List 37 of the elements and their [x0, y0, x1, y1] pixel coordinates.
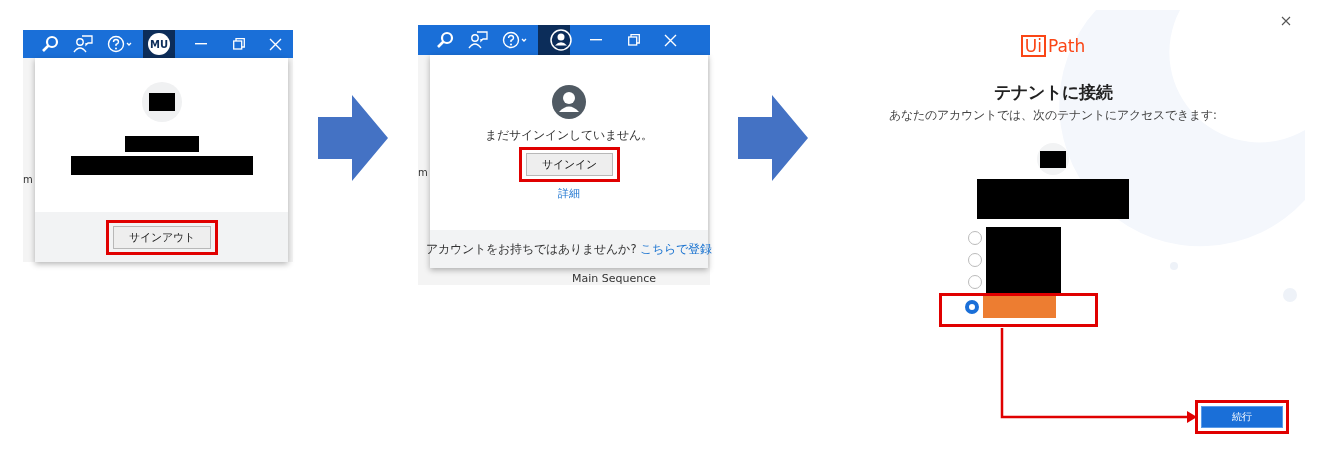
continue-button[interactable]: 続行	[1201, 406, 1283, 428]
redaction-bar	[148, 93, 175, 111]
account-tab[interactable]	[538, 25, 570, 55]
radio-button[interactable]	[965, 300, 979, 314]
details-link[interactable]: 詳細	[558, 186, 580, 201]
redaction-bar	[1040, 150, 1066, 168]
dialog-subtitle: あなたのアカウントでは、次のテナントにアクセスできます:	[889, 108, 1217, 123]
status-message: まだサインインしていません。	[485, 127, 653, 144]
restore-icon[interactable]	[628, 34, 640, 46]
radio-button[interactable]	[968, 253, 982, 267]
search-icon[interactable]	[436, 31, 454, 49]
person-feedback-icon[interactable]	[468, 31, 488, 49]
person-feedback-icon[interactable]	[73, 35, 93, 53]
radio-button[interactable]	[968, 275, 982, 289]
restore-icon[interactable]	[233, 38, 245, 50]
background-text: m	[418, 167, 428, 178]
minimize-icon[interactable]	[590, 39, 602, 41]
dialog-title: テナントに接続	[993, 81, 1113, 104]
user-avatar[interactable]: MU	[148, 33, 170, 55]
minimize-icon[interactable]	[195, 43, 207, 45]
background-text: Main Sequence	[571, 272, 657, 285]
logo: Ui Path	[1020, 35, 1086, 57]
arrow-icon	[318, 95, 388, 181]
background-text: m	[23, 174, 33, 185]
sign-in-button[interactable]: サインイン	[525, 153, 613, 176]
user-icon	[552, 85, 586, 119]
arrow-icon	[738, 95, 808, 181]
account-tab[interactable]: MU	[143, 30, 175, 58]
sign-out-button[interactable]: サインアウト	[112, 225, 211, 249]
help-icon[interactable]	[107, 35, 133, 53]
user-icon[interactable]	[550, 29, 572, 51]
footer-text: アカウントをお持ちではありませんか?	[426, 241, 637, 257]
search-icon[interactable]	[41, 35, 59, 53]
radio-button[interactable]	[968, 231, 982, 245]
help-icon[interactable]	[502, 31, 528, 49]
register-link[interactable]: こちらで登録	[639, 241, 712, 257]
close-icon[interactable]	[1281, 16, 1291, 26]
